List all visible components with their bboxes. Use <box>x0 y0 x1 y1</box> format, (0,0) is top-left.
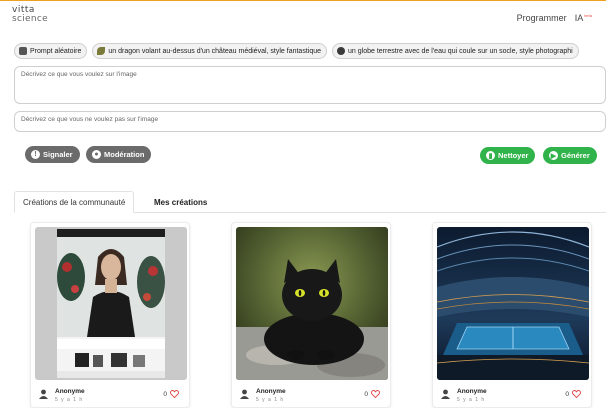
report-label: Signaler <box>43 150 73 159</box>
random-prompt-chip[interactable]: Prompt aléatoire <box>14 43 88 59</box>
report-button[interactable]: ! Signaler <box>25 146 80 163</box>
nav-programmer[interactable]: Programmer <box>517 13 567 23</box>
card-meta: Anonyme 5 y a 1 h 0 <box>35 385 187 407</box>
logo-line2: science <box>12 14 48 24</box>
card-author: Anonyme <box>256 388 286 395</box>
stadium-image[interactable] <box>437 227 589 380</box>
negative-placeholder: Décrivez ce que vous ne voulez pas sur l… <box>21 116 159 123</box>
user-icon <box>39 389 48 399</box>
gallery-tabs: Créations de la communauté Mes créations <box>14 191 606 213</box>
creation-card[interactable]: Anonyme 5 y a 1 h 0 <box>30 222 190 408</box>
heart-icon <box>572 390 581 398</box>
chip-label: un globe terrestre avec de l'eau qui cou… <box>348 47 573 55</box>
tab-community[interactable]: Créations de la communauté <box>14 191 135 213</box>
prompt-chip-globe[interactable]: un globe terrestre avec de l'eau qui cou… <box>332 43 579 59</box>
top-nav: Programmer IAbeta <box>517 13 592 23</box>
clean-button[interactable]: ▮ Nettoyer <box>480 147 536 164</box>
heart-icon <box>371 390 380 398</box>
grid-icon <box>19 47 27 55</box>
card-date: 5 y a 1 h <box>55 397 84 403</box>
trash-icon: ▮ <box>486 151 495 160</box>
warning-icon: ! <box>31 150 40 159</box>
user-icon <box>240 389 249 399</box>
fashion-poster-image[interactable] <box>35 227 187 380</box>
play-icon: ▶ <box>549 151 558 160</box>
top-bar: vitta science Programmer IAbeta <box>0 0 606 32</box>
generate-button[interactable]: ▶ Générer <box>543 147 597 164</box>
positive-prompt-textarea[interactable]: Décrivez ce que vous voulez sur l'image <box>14 66 606 104</box>
like-count: 0 <box>565 390 569 398</box>
clean-label: Nettoyer <box>498 151 529 160</box>
chip-label: Prompt aléatoire <box>30 47 82 55</box>
like-button[interactable]: 0 <box>364 390 380 398</box>
generate-label: Générer <box>561 151 590 160</box>
heart-icon <box>170 390 179 398</box>
leaf-icon <box>97 47 106 55</box>
positive-placeholder: Décrivez ce que vous voulez sur l'image <box>21 71 137 78</box>
like-count: 0 <box>163 390 167 398</box>
negative-prompt-textarea[interactable]: Décrivez ce que vous ne voulez pas sur l… <box>14 111 606 132</box>
user-shield-icon: ● <box>92 150 101 159</box>
prompt-chip-dragon[interactable]: un dragon volant au-dessus d'un château … <box>92 43 328 59</box>
like-button[interactable]: 0 <box>565 390 581 398</box>
card-meta: Anonyme 5 y a 1 h 0 <box>437 385 589 407</box>
like-count: 0 <box>364 390 368 398</box>
tab-my-creations[interactable]: Mes créations <box>146 191 215 213</box>
user-icon <box>441 389 450 399</box>
black-cat-image[interactable] <box>236 227 388 380</box>
card-author: Anonyme <box>457 388 487 395</box>
like-button[interactable]: 0 <box>163 390 179 398</box>
card-author: Anonyme <box>55 388 85 395</box>
prompt-suggestions: Prompt aléatoire un dragon volant au-des… <box>14 43 606 59</box>
globe-icon <box>337 47 346 55</box>
nav-ia[interactable]: IAbeta <box>575 13 592 23</box>
card-date: 5 y a 1 h <box>457 397 486 403</box>
moderation-button[interactable]: ● Modération <box>86 146 152 163</box>
chip-label: un dragon volant au-dessus d'un château … <box>108 47 322 55</box>
vittascience-logo[interactable]: vitta science <box>12 6 48 24</box>
card-date: 5 y a 1 h <box>256 397 285 403</box>
moderation-label: Modération <box>104 150 145 159</box>
beta-badge: beta <box>584 13 592 18</box>
creation-card[interactable]: Anonyme 5 y a 1 h 0 <box>231 222 391 408</box>
card-meta: Anonyme 5 y a 1 h 0 <box>236 385 388 407</box>
creation-card[interactable]: Anonyme 5 y a 1 h 0 <box>432 222 592 408</box>
